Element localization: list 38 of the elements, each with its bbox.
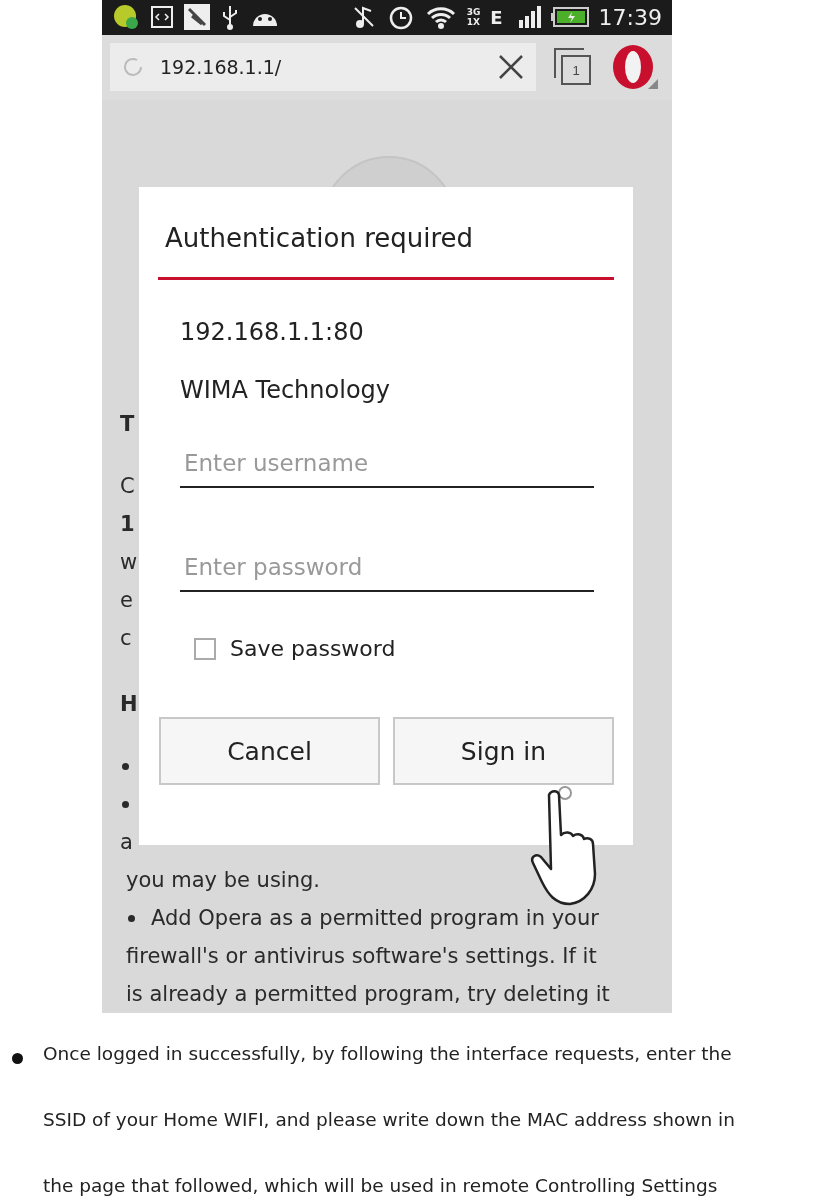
page-text: a — [120, 829, 133, 856]
page-text: T — [120, 411, 135, 438]
page-text: 1 — [120, 511, 135, 538]
sign-in-button[interactable]: Sign in — [393, 717, 614, 785]
network-label: 1X — [466, 17, 481, 28]
cancel-button[interactable]: Cancel — [159, 717, 380, 785]
page-text: e — [120, 587, 133, 614]
page-text: you may be using. — [126, 867, 320, 894]
battery-icon — [550, 7, 589, 28]
close-icon[interactable] — [498, 54, 524, 81]
page-text: H — [120, 691, 138, 718]
wifi-icon — [424, 4, 457, 31]
clock-time: 17:39 — [598, 4, 662, 30]
bullet-icon — [12, 1053, 23, 1064]
dialog-title: Authentication required — [164, 222, 475, 255]
page-text: c — [120, 625, 132, 652]
host-text: 192.168.1.1:80 — [179, 318, 365, 346]
bullet-icon — [122, 800, 129, 808]
page-text: w — [120, 549, 138, 576]
page-text: is already a permitted program, try deleting it — [126, 981, 610, 1008]
checkbox[interactable] — [194, 637, 216, 660]
code-icon — [150, 5, 174, 30]
usb-icon — [220, 4, 240, 31]
bullet-icon — [122, 762, 129, 770]
address-field[interactable]: 192.168.1.1/ — [110, 43, 536, 92]
network-label: 3G — [466, 7, 481, 18]
opera-logo-icon[interactable] — [610, 43, 660, 92]
page-text: Add Opera as a permitted program in your — [151, 905, 599, 932]
image-icon — [184, 4, 210, 31]
page-text: C — [120, 473, 135, 500]
realm-text: WIMA Technology — [179, 376, 391, 404]
app-icon — [112, 3, 140, 32]
loading-icon — [122, 56, 144, 79]
bullet-icon — [128, 914, 135, 922]
checkbox-label[interactable]: Save password — [230, 636, 396, 661]
network-type: E — [490, 6, 503, 28]
page-text: firewall's or antivirus software's settings. If it — [126, 943, 597, 970]
instruction-text: Once logged in successfully, by following the interface requests, enter the SSID of your Home WIFI, and please write down the MAC address shown in the page that followed, which will be used in remote Controlling Settings — [43, 1042, 735, 1198]
